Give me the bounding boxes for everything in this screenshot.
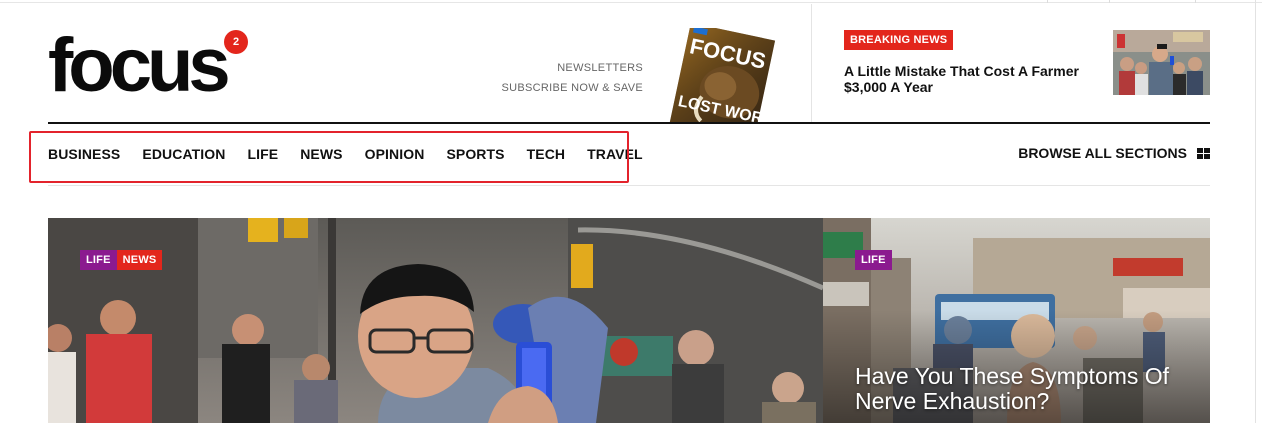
nav-item-life[interactable]: LIFE: [247, 146, 278, 162]
nav-rule: [48, 185, 1210, 186]
notification-badge: 2: [224, 30, 248, 54]
nav-item-tech[interactable]: TECH: [527, 146, 566, 162]
breaking-news-badge: BREAKING NEWS: [844, 30, 954, 50]
top-bar-divider: [1109, 0, 1110, 3]
side-category-tag-life[interactable]: LIFE: [855, 250, 892, 270]
main-navigation: BUSINESS EDUCATION LIFE NEWS OPINION SPO…: [48, 136, 665, 172]
featured-category-tags: LIFE NEWS: [80, 250, 163, 270]
newsletters-link[interactable]: NEWSLETTERS: [502, 58, 644, 78]
grid-icon: [1197, 147, 1210, 159]
nav-item-opinion[interactable]: OPINION: [365, 146, 425, 162]
side-story-headline[interactable]: Have You These Symptoms Of Nerve Exhaust…: [855, 364, 1185, 414]
top-bar-divider: [1195, 0, 1196, 3]
featured-story-image[interactable]: [48, 218, 823, 423]
breaking-news-headline[interactable]: A Little Mistake That Cost A Farmer $3,0…: [844, 63, 1094, 95]
page-edge-divider: [1255, 0, 1256, 423]
category-tag-news[interactable]: NEWS: [116, 250, 163, 270]
newsletter-promo: NEWSLETTERS SUBSCRIBE NOW & SAVE: [502, 58, 644, 98]
header-rule: [48, 122, 1210, 124]
browse-all-sections-label: BROWSE ALL SECTIONS: [1018, 145, 1187, 161]
nav-item-travel[interactable]: TRAVEL: [587, 146, 643, 162]
top-bar: [0, 0, 1262, 3]
breaking-news-thumbnail[interactable]: [1113, 30, 1210, 95]
nav-item-sports[interactable]: SPORTS: [446, 146, 504, 162]
browse-all-sections-button[interactable]: BROWSE ALL SECTIONS: [1018, 145, 1210, 161]
category-tag-life[interactable]: LIFE: [80, 250, 117, 270]
nav-item-business[interactable]: BUSINESS: [48, 146, 120, 162]
subscribe-link[interactable]: SUBSCRIBE NOW & SAVE: [502, 78, 644, 98]
magazine-cover-image[interactable]: FOCUS LOST WORLD: [660, 28, 778, 124]
nav-item-education[interactable]: EDUCATION: [142, 146, 225, 162]
header-divider: [811, 4, 812, 122]
site-logo[interactable]: focus 2: [48, 26, 258, 106]
nav-item-news[interactable]: NEWS: [300, 146, 342, 162]
top-bar-divider: [1047, 0, 1048, 3]
